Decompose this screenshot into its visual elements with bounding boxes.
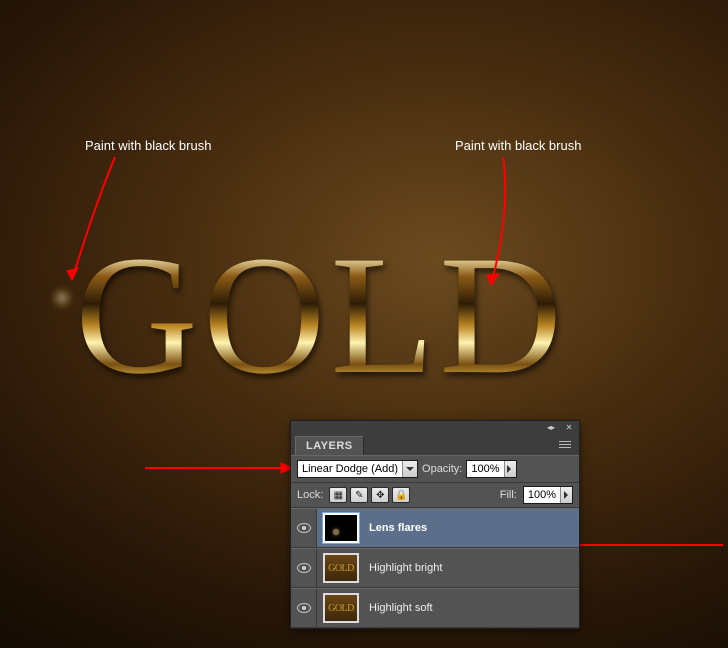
- visibility-toggle[interactable]: [291, 509, 317, 547]
- visibility-toggle[interactable]: [291, 549, 317, 587]
- blend-mode-dropdown[interactable]: Linear Dodge (Add): [297, 460, 418, 478]
- lock-label: Lock:: [297, 489, 323, 501]
- lock-transparency-icon[interactable]: ▦: [329, 487, 347, 503]
- layer-item-lens-flares[interactable]: Lens flares: [291, 508, 579, 548]
- annotation-left: Paint with black brush: [85, 138, 211, 153]
- layer-list: Lens flares GOLD Highlight bright GOLD H…: [291, 508, 579, 628]
- blend-mode-value: Linear Dodge (Add): [298, 463, 402, 475]
- lock-icon-group: ▦ ✎ ✥ 🔒: [329, 487, 410, 503]
- annotation-right: Paint with black brush: [455, 138, 581, 153]
- visibility-toggle[interactable]: [291, 589, 317, 627]
- panel-topbar: ◂▸ ✕: [291, 421, 579, 433]
- eye-icon: [297, 563, 311, 573]
- panel-close-icon[interactable]: ✕: [562, 423, 576, 432]
- opacity-input[interactable]: 100%: [466, 460, 516, 478]
- layer-item-highlight-soft[interactable]: GOLD Highlight soft: [291, 588, 579, 628]
- fill-flyout-icon[interactable]: [560, 487, 572, 503]
- arrow-right: [475, 155, 535, 300]
- layer-name-label: Highlight soft: [365, 602, 579, 614]
- opacity-label: Opacity:: [422, 463, 462, 475]
- lock-all-icon[interactable]: 🔒: [392, 487, 410, 503]
- arrow-left: [60, 155, 130, 295]
- eye-icon: [297, 523, 311, 533]
- layer-thumbnail[interactable]: GOLD: [323, 593, 359, 623]
- layer-thumbnail[interactable]: [323, 513, 359, 543]
- tab-layers[interactable]: LAYERS: [295, 436, 364, 455]
- layer-name-label: Highlight bright: [365, 562, 579, 574]
- blend-opacity-row: Linear Dodge (Add) Opacity: 100%: [291, 455, 579, 483]
- arrow-to-blendmode: [145, 461, 295, 475]
- eye-icon: [297, 603, 311, 613]
- fill-input[interactable]: 100%: [523, 486, 573, 504]
- panel-collapse-icon[interactable]: ◂▸: [544, 423, 558, 432]
- layer-item-highlight-bright[interactable]: GOLD Highlight bright: [291, 548, 579, 588]
- layers-panel: ◂▸ ✕ LAYERS Linear Dodge (Add) Opacity: …: [290, 420, 580, 629]
- panel-menu-icon[interactable]: [559, 438, 575, 450]
- layer-name-label: Lens flares: [365, 522, 579, 534]
- lock-position-icon[interactable]: ✥: [371, 487, 389, 503]
- fill-label: Fill:: [500, 489, 517, 501]
- layer-thumbnail[interactable]: GOLD: [323, 553, 359, 583]
- opacity-flyout-icon[interactable]: [504, 461, 516, 477]
- fill-value: 100%: [524, 489, 560, 501]
- panel-tabbar: LAYERS: [291, 433, 579, 455]
- lock-pixels-icon[interactable]: ✎: [350, 487, 368, 503]
- lock-fill-row: Lock: ▦ ✎ ✥ 🔒 Fill: 100%: [291, 483, 579, 508]
- chevron-down-icon[interactable]: [402, 461, 417, 477]
- opacity-value: 100%: [467, 463, 503, 475]
